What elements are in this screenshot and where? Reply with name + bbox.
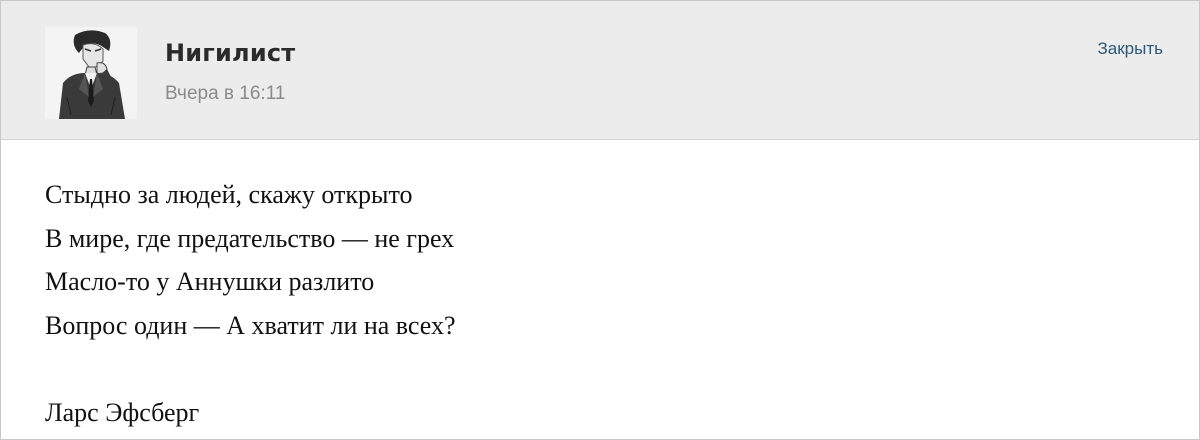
signature: Ларс Эфсберг — [45, 397, 200, 427]
post-timestamp[interactable]: Вчера в 16:11 — [165, 83, 285, 105]
close-link[interactable]: Закрыть — [1098, 39, 1163, 59]
poem-line: Вопрос один — А хватит ли на всех? — [45, 310, 456, 340]
poem-line: Масло-то у Аннушки разлито — [45, 267, 375, 296]
poem-line: Стыдно за людей, скажу открыто — [45, 180, 413, 209]
author-name[interactable]: Нигилист — [165, 39, 295, 67]
post-card: Нигилист Вчера в 16:11 Закрыть Стыдно за… — [0, 0, 1200, 440]
illustrated-man-avatar-icon — [45, 27, 137, 119]
avatar[interactable] — [45, 27, 137, 119]
poem-line: В мире, где предательство — не грех — [45, 223, 455, 253]
post-header: Нигилист Вчера в 16:11 Закрыть — [1, 1, 1199, 140]
post-text: Стыдно за людей, скажу открыто В мире, г… — [45, 173, 456, 434]
